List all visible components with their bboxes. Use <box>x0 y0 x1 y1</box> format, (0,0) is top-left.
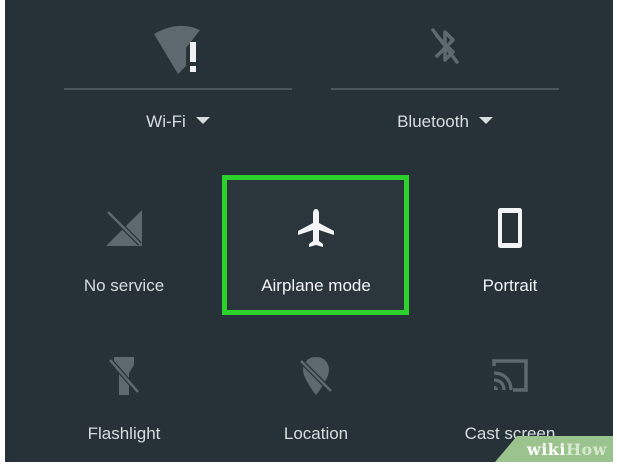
airplane-mode-tile[interactable]: Airplane mode <box>221 182 411 318</box>
bluetooth-divider <box>331 88 559 90</box>
airplane-mode-label: Airplane mode <box>261 276 371 295</box>
bluetooth-label: Bluetooth <box>397 112 469 131</box>
portrait-label: Portrait <box>482 276 538 295</box>
location-label: Location <box>283 424 349 443</box>
no-service-label: No service <box>83 276 165 295</box>
phone-portrait-icon <box>498 208 522 248</box>
bluetooth-dropdown[interactable]: Bluetooth <box>331 112 559 132</box>
flashlight-off-icon <box>108 357 140 395</box>
portrait-tile[interactable]: Portrait <box>415 182 605 318</box>
wifi-alert-icon <box>154 25 200 74</box>
flashlight-label: Flashlight <box>87 424 161 443</box>
wifi-tile[interactable]: Wi-Fi <box>64 0 292 160</box>
airplane-icon <box>298 209 334 247</box>
flashlight-tile[interactable]: Flashlight <box>29 330 219 462</box>
no-service-tile[interactable]: No service <box>29 182 219 318</box>
no-signal-icon <box>106 210 142 246</box>
wifi-dropdown[interactable]: Wi-Fi <box>64 112 292 132</box>
bluetooth-disabled-icon <box>431 28 459 64</box>
quick-settings-panel: Wi-Fi Bluetooth No service Airplane mode <box>5 0 613 462</box>
watermark-text: wikiHow <box>526 440 607 459</box>
wifi-divider <box>64 88 292 90</box>
wikihow-watermark: wikiHow <box>495 436 613 462</box>
location-off-icon <box>299 357 333 395</box>
bluetooth-tile[interactable]: Bluetooth <box>331 0 559 160</box>
chevron-down-icon <box>195 117 210 125</box>
cast-icon <box>492 359 528 392</box>
location-tile[interactable]: Location <box>221 330 411 462</box>
wifi-label: Wi-Fi <box>146 112 186 131</box>
chevron-down-icon <box>478 117 493 125</box>
